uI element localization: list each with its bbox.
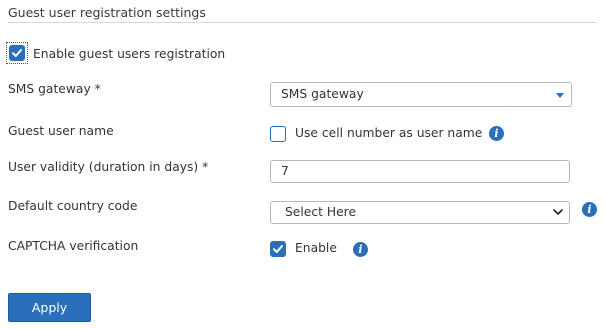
country-code-value: Select Here xyxy=(285,205,357,219)
caret-down-icon xyxy=(556,93,564,98)
use-cell-number-checkbox[interactable] xyxy=(270,126,286,142)
enable-guest-registration-checkbox[interactable] xyxy=(9,45,25,61)
enable-guest-registration-label: Enable guest users registration xyxy=(33,47,226,61)
guest-registration-settings-panel: Guest user registration settings Enable … xyxy=(0,0,606,329)
captcha-enable-label: Enable xyxy=(295,241,337,255)
sms-gateway-select[interactable]: SMS gateway xyxy=(270,82,572,107)
user-validity-input[interactable]: 7 xyxy=(270,160,570,183)
default-country-code-label: Default country code xyxy=(8,199,138,213)
country-code-select[interactable]: Select Here xyxy=(270,201,570,224)
info-icon[interactable]: i xyxy=(489,126,504,141)
sms-gateway-value: SMS gateway xyxy=(281,87,364,101)
user-validity-label: User validity (duration in days) * xyxy=(8,160,209,174)
captcha-verification-label: CAPTCHA verification xyxy=(8,239,139,253)
sms-gateway-label: SMS gateway * xyxy=(8,82,101,96)
check-icon xyxy=(12,49,22,57)
section-divider xyxy=(8,22,597,23)
section-title: Guest user registration settings xyxy=(8,5,206,20)
info-icon[interactable]: i xyxy=(582,202,597,217)
chevron-down-icon xyxy=(553,209,563,215)
info-icon[interactable]: i xyxy=(353,242,368,257)
apply-button[interactable]: Apply xyxy=(8,293,91,322)
use-cell-number-label: Use cell number as user name xyxy=(295,126,483,140)
check-icon xyxy=(273,245,283,253)
captcha-enable-checkbox[interactable] xyxy=(270,241,286,257)
guest-user-name-label: Guest user name xyxy=(8,124,114,138)
